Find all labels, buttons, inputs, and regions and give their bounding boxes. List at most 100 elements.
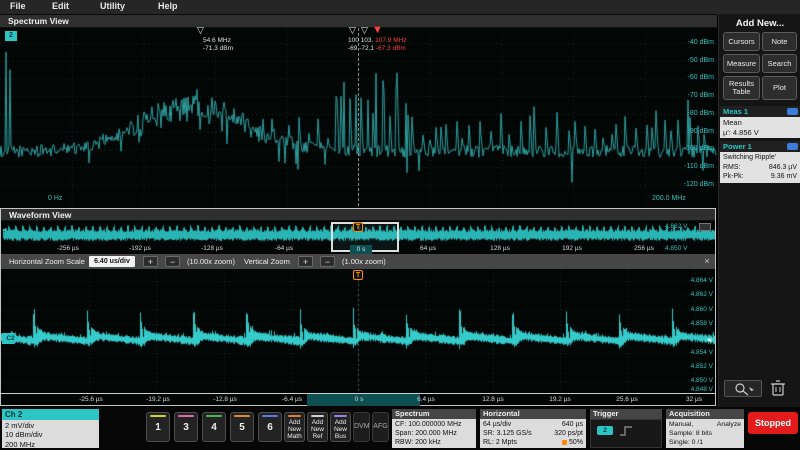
trash-button[interactable] (770, 379, 786, 397)
peak-marker-2-icon[interactable]: ▽ (349, 26, 356, 35)
waveform-view-header[interactable]: Waveform View (1, 209, 715, 221)
spectrum-span: Span: 200.000 MHz (395, 429, 473, 438)
acq-mode: Manual, (669, 420, 693, 429)
power1-rms-value: 846.3 µV (769, 163, 797, 173)
overview-trigger-marker[interactable]: T (353, 222, 363, 232)
waveform-trace-canvas[interactable] (1, 269, 715, 393)
spectrum-xmin-label: 0 Hz (48, 195, 62, 202)
waveform-vtick: 4.850 V (665, 377, 713, 384)
ref-marker-ampl: -67.3 dBm (376, 45, 406, 52)
ch2-bandwidth: 200 MHz (5, 440, 96, 449)
hzoom-plus-button[interactable]: + (143, 256, 158, 267)
acq-sample: Sample: 8 bits (669, 429, 741, 438)
spectrum-ytick: -40 dBm (668, 39, 714, 46)
menu-file[interactable]: File (10, 1, 26, 11)
measure-button[interactable]: Measure (723, 54, 760, 73)
waveform-ttick: -12.8 µs (213, 396, 237, 403)
bus-color-stripe (334, 415, 347, 417)
waveform-vtick: 4.864 V (665, 277, 713, 284)
note-button[interactable]: Note (762, 32, 797, 51)
channel-5-button[interactable]: 5 (230, 412, 254, 442)
menu-help[interactable]: Help (158, 1, 178, 11)
overview-tick: 128 µs (490, 245, 510, 252)
spectrum-ytick: -50 dBm (668, 57, 714, 64)
reference-marker-icon[interactable]: ▼ (372, 25, 383, 35)
channel-4-button[interactable]: 4 (202, 412, 226, 442)
marker2-ampl: -69 (348, 45, 357, 52)
trigger-badge-title: Trigger (590, 409, 662, 419)
vzoom-plus-button[interactable]: + (298, 256, 313, 267)
sample-interval: 320 ps/pt (554, 429, 583, 438)
peak-marker-1-icon[interactable]: ▽ (197, 26, 204, 35)
spectrum-ytick: -120 dBm (668, 181, 714, 188)
add-new-bus-button[interactable]: Add New Bus (330, 412, 351, 442)
waveform-vtick: 4.860 V (665, 306, 713, 313)
spectrum-ytick: -100 dBm (668, 145, 714, 152)
sample-rate: SR: 3.125 GS/s (483, 429, 532, 438)
channel-3-button[interactable]: 3 (174, 412, 198, 442)
meas1-handle-icon[interactable] (787, 108, 798, 115)
overview-panel-icon[interactable] (699, 223, 711, 231)
ch3-color-stripe (178, 415, 194, 417)
vzoom-minus-button[interactable]: − (320, 256, 335, 267)
main-trigger-marker[interactable]: T (353, 270, 363, 280)
main-waveform-plot[interactable]: T C2 ◄ 4.864 V 4.862 V 4.860 V 4.858 V 4… (1, 269, 715, 393)
run-stop-button[interactable]: Stopped (748, 412, 798, 434)
spectrum-plot[interactable]: 2 ▽ 54.6 MHz -71.3 dBm ▽ ▽ ▼ 100 103. 10… (0, 28, 717, 208)
horizontal-badge-title: Horizontal (480, 409, 586, 419)
acq-single: Single: 0 /1 (669, 438, 741, 447)
spectrum-ytick: -80 dBm (668, 110, 714, 117)
waveform-vtick: 4.854 V (665, 349, 713, 356)
menu-edit[interactable]: Edit (52, 1, 69, 11)
overview-tick: -128 µs (201, 245, 223, 252)
meas1-badge[interactable]: Meas 1 Mean µ': 4.856 V (720, 106, 800, 138)
ch6-color-stripe (262, 415, 278, 417)
search-button[interactable]: Search (762, 54, 797, 73)
ch2-scale: 2 mV/div (5, 421, 96, 430)
dvm-button[interactable]: DVM (353, 412, 370, 442)
hzoom-minus-button[interactable]: − (165, 256, 180, 267)
power1-rms-label: RMS: (723, 163, 741, 173)
spectrum-cf: CF: 100.000000 MHz (395, 420, 473, 429)
acquisition-badge[interactable]: Acquisition Manual, Analyze Sample: 8 bi… (666, 409, 744, 448)
spectrum-badge[interactable]: Spectrum CF: 100.000000 MHz Span: 200.00… (392, 409, 476, 448)
menu-utility[interactable]: Utility (100, 1, 125, 11)
spectrum-channel-badge[interactable]: 2 (5, 31, 17, 41)
add-new-title: Add New... (719, 18, 800, 29)
add-ref-label: Add New Ref (311, 419, 324, 440)
waveform-vtick: 4.852 V (665, 363, 713, 370)
cursors-button[interactable]: Cursors (723, 32, 760, 51)
trigger-badge[interactable]: Trigger 2 (590, 409, 662, 448)
overview-left-arrow-icon: ◄ (1, 227, 8, 234)
channel-6-button[interactable]: 6 (258, 412, 282, 442)
ch3-label: 3 (175, 422, 197, 433)
add-new-math-button[interactable]: Add New Math (284, 412, 305, 442)
marker2-freq: 100 (348, 37, 359, 44)
ch2-badge[interactable]: Ch 2 2 mV/div 10 dBm/div 200 MHz (2, 409, 99, 448)
afg-button[interactable]: AFG (372, 412, 389, 442)
add-new-ref-button[interactable]: Add New Ref (307, 412, 328, 442)
marker1-ampl: -71.3 dBm (203, 45, 233, 53)
magnifier-icon (725, 381, 761, 396)
waveform-ttick: 32 µs (686, 396, 702, 403)
spectrum-view-header[interactable]: Spectrum View (0, 15, 717, 28)
results-table-button[interactable]: Results Table (723, 76, 760, 100)
spectrum-badge-title: Spectrum (392, 409, 476, 419)
power1-badge[interactable]: Power 1 Switching Ripple' RMS: 846.3 µV … (720, 141, 800, 183)
hzoom-factor-label: (10.00x zoom) (187, 257, 235, 266)
power1-handle-icon[interactable] (787, 143, 798, 150)
overview-vbottom-label: 4.850 V (665, 245, 687, 252)
zoom-scale-value[interactable]: 6.40 us/div (89, 256, 135, 267)
marker-reference-line (358, 28, 359, 206)
spectrum-ytick: -90 dBm (668, 128, 714, 135)
peak-marker-3-icon[interactable]: ▽ (361, 26, 368, 35)
overview-tick: 192 µs (562, 245, 582, 252)
plot-button[interactable]: Plot (762, 76, 797, 100)
bottom-bar: Ch 2 2 mV/div 10 dBm/div 200 MHz 1 3 4 5… (0, 407, 800, 450)
channel-1-button[interactable]: 1 (146, 412, 170, 442)
zoom-close-icon[interactable]: × (701, 256, 713, 267)
horizontal-badge[interactable]: Horizontal 64 µs/div 640 µs SR: 3.125 GS… (480, 409, 586, 448)
zoom-tool-button[interactable] (724, 380, 762, 397)
waveform-overview-strip[interactable]: ◄ T -256 µs -192 µs -128 µs -64 µs 64 µs… (1, 222, 715, 253)
ref-marker-freq: 107.9 MHz (375, 37, 406, 44)
